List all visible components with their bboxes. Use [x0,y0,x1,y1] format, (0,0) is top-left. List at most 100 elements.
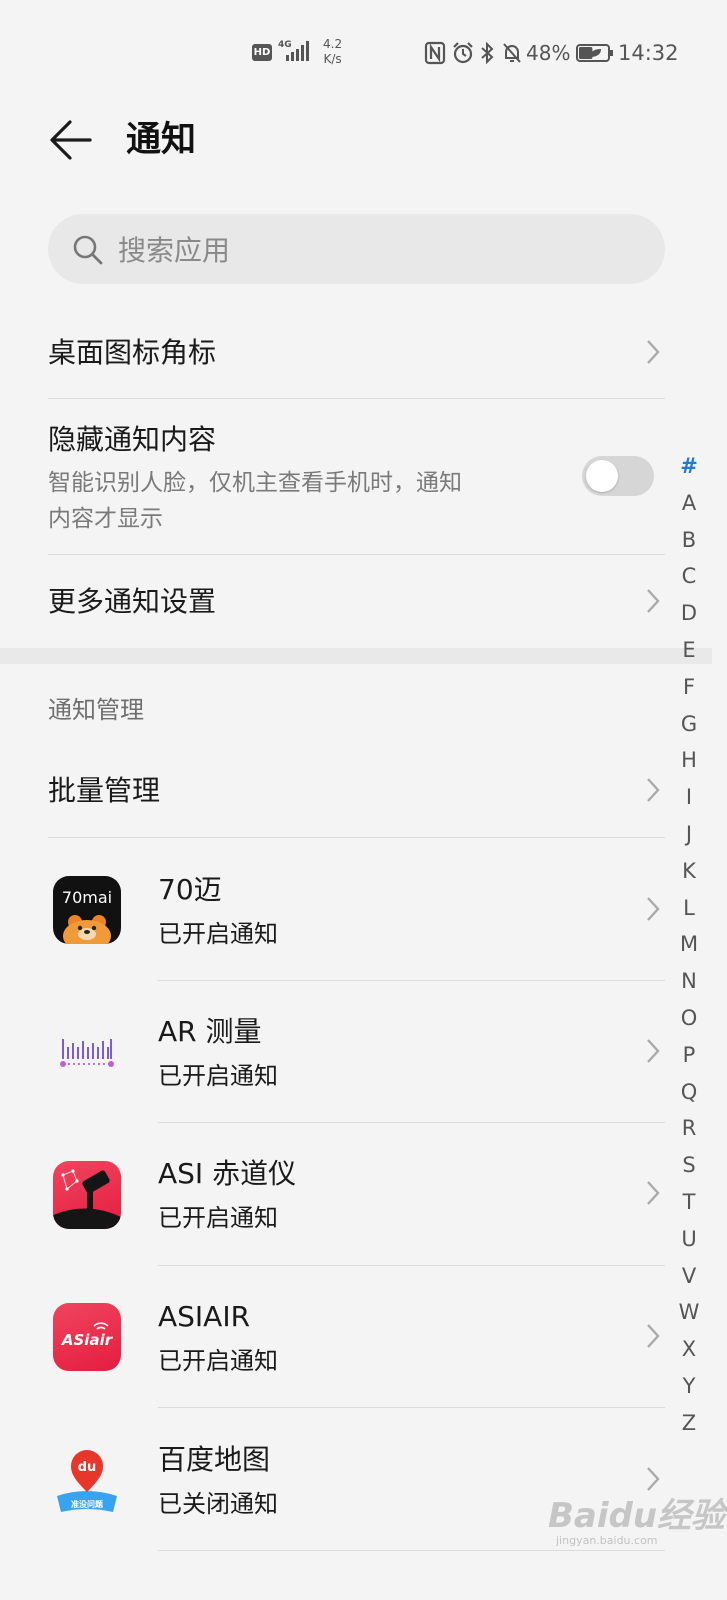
index-letter-hash[interactable]: # [672,448,706,485]
nfc-icon [424,41,446,65]
index-letter-h[interactable]: H [672,742,706,779]
app-name: 百度地图 [158,1443,271,1476]
signal-icon [286,41,309,61]
app-name: ASI 赤道仪 [158,1157,297,1190]
divider [158,1550,665,1551]
index-letter-m[interactable]: M [672,926,706,963]
app-row-70mai[interactable] [48,840,665,978]
index-letter-c[interactable]: C [672,558,706,595]
chevron-right-icon [647,897,660,921]
bluetooth-icon [481,41,494,65]
divider [48,837,665,838]
divider [48,554,665,555]
ar-measure-art [60,1039,114,1067]
hide-content-label: 隐藏通知内容 [48,423,217,456]
app-name: AR 测量 [158,1015,262,1048]
battery-icon [576,44,614,62]
more-settings-label: 更多通知设置 [48,585,217,618]
index-letter-z[interactable]: Z [672,1405,706,1442]
chevron-right-icon [647,340,660,364]
divider [158,1407,665,1408]
network-speed: 4.2 K/s [323,37,342,67]
index-letter-n[interactable]: N [672,963,706,1000]
index-letter-d[interactable]: D [672,595,706,632]
hide-content-desc-line2: 内容才显示 [48,506,163,532]
section-title: 通知管理 [48,696,144,724]
baidu-logo-text: du [78,1460,97,1475]
app-row-ar-measure[interactable] [48,982,665,1120]
chevron-right-icon [647,589,660,613]
app-status: 已开启通知 [158,1347,278,1375]
index-letter-v[interactable]: V [672,1258,706,1295]
app-status: 已开启通知 [158,1204,278,1232]
status-icons [424,40,528,66]
index-letter-p[interactable]: P [672,1037,706,1074]
index-letter-f[interactable]: F [672,669,706,706]
index-letter-t[interactable]: T [672,1184,706,1221]
index-letter-a[interactable]: A [672,485,706,522]
divider [158,1265,665,1266]
hide-content-toggle[interactable] [582,456,654,496]
chevron-right-icon [647,778,660,802]
baidu-logo-subtext: 准没问题 [71,1499,104,1509]
battery-group: 48% [526,40,614,66]
speed-unit: K/s [323,52,342,66]
page-title: 通知 [126,120,197,160]
index-letter-x[interactable]: X [672,1331,706,1368]
app-name: 70迈 [158,873,222,906]
alphabet-index[interactable]: # A B C D E F G H I J K L M N O P Q R S T U V W X Y Z [672,448,706,1442]
divider [48,398,665,399]
clock: 14:32 [618,41,679,65]
index-letter-k[interactable]: K [672,853,706,890]
toggle-knob [586,460,618,492]
asiair-app-icon: ASiair [53,1303,121,1371]
index-letter-y[interactable]: Y [672,1368,706,1405]
70mai-logo-art: 70mai [62,888,112,944]
watermark-url: jingyan.baidu.com [556,1534,658,1547]
asiair-logo-text: ASiair [61,1331,114,1349]
ar-measure-icon [53,1017,121,1085]
index-letter-q[interactable]: Q [672,1074,706,1111]
chevron-right-icon [647,1039,660,1063]
index-letter-e[interactable]: E [672,632,706,669]
index-letter-r[interactable]: R [672,1110,706,1147]
section-separator [0,648,712,664]
app-row-asiair[interactable] [48,1267,665,1405]
index-letter-j[interactable]: J [672,816,706,853]
search-input[interactable] [118,228,618,272]
app-status: 已开启通知 [158,920,278,948]
asiair-logo-art: ASiair [61,1322,114,1349]
badge-setting-label: 桌面图标角标 [48,336,217,369]
index-letter-l[interactable]: L [672,890,706,927]
app-status: 已开启通知 [158,1062,278,1090]
index-letter-s[interactable]: S [672,1147,706,1184]
chevron-right-icon [647,1324,660,1348]
index-letter-o[interactable]: O [672,1000,706,1037]
divider [158,1122,665,1123]
search-icon [73,235,103,265]
alarm-icon [453,42,473,64]
baidu-map-art: du 准没问题 [57,1450,117,1512]
chevron-right-icon [647,1181,660,1205]
app-name: ASIAIR [158,1300,251,1333]
app-status: 已关闭通知 [158,1490,278,1518]
mute-icon [503,43,521,63]
baidu-map-icon: du 准没问题 [53,1446,121,1514]
speed-value: 4.2 [323,37,343,51]
70mai-app-icon: 70mai [53,876,121,944]
asi-mount-art [53,1169,121,1229]
index-letter-b[interactable]: B [672,522,706,559]
index-letter-i[interactable]: I [672,779,706,816]
divider [158,980,665,981]
index-letter-w[interactable]: W [672,1294,706,1331]
asi-mount-icon [53,1161,121,1229]
batch-manage-label: 批量管理 [48,774,161,807]
watermark-logo: Baidu经验 [548,1496,726,1536]
index-letter-g[interactable]: G [672,706,706,743]
index-letter-u[interactable]: U [672,1221,706,1258]
hd-badge: HD [252,44,272,61]
battery-percent: 48% [526,41,571,65]
back-arrow-icon[interactable] [48,118,92,162]
app-row-asi-mount[interactable] [48,1124,665,1262]
70mai-logo-text: 70mai [62,888,112,907]
